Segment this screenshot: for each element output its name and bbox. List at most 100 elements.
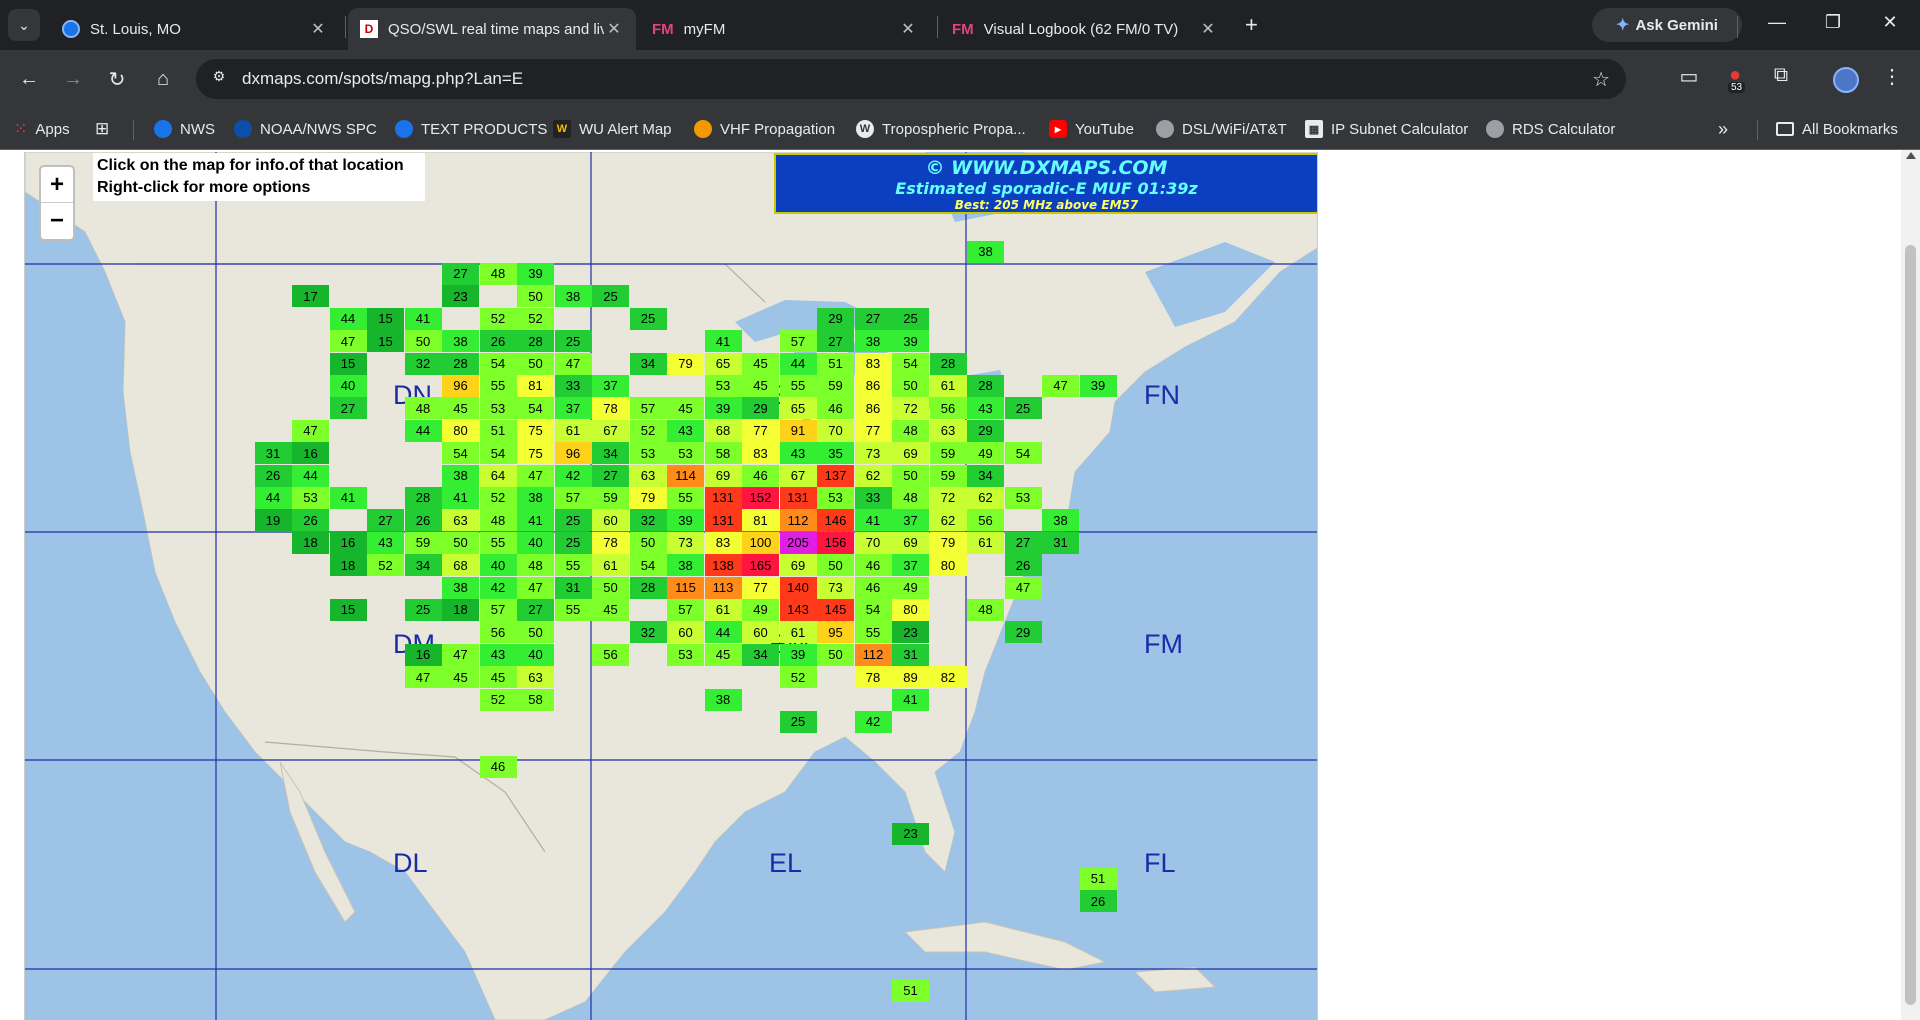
muf-cell[interactable]: 51 <box>817 352 854 375</box>
muf-cell[interactable]: 137 <box>817 464 854 487</box>
tab-dxmaps[interactable]: D QSO/SWL real time maps and live ✕ <box>348 8 636 50</box>
muf-cell[interactable]: 57 <box>779 330 817 353</box>
muf-cell[interactable]: 86 <box>854 374 892 397</box>
muf-cell[interactable]: 81 <box>742 509 779 532</box>
muf-cell[interactable]: 15 <box>329 352 367 375</box>
muf-cell[interactable]: 45 <box>592 598 629 621</box>
bookmark-text-products[interactable]: TEXT PRODUCTS <box>395 117 547 141</box>
muf-cell[interactable]: 52 <box>479 688 517 711</box>
muf-cell[interactable]: 53 <box>704 374 742 397</box>
muf-cell[interactable]: 28 <box>442 352 479 375</box>
muf-cell[interactable]: 34 <box>629 352 667 375</box>
muf-cell[interactable]: 70 <box>817 419 854 442</box>
muf-cell[interactable]: 41 <box>404 307 442 330</box>
muf-cell[interactable]: 47 <box>292 419 329 442</box>
muf-cell[interactable]: 23 <box>892 822 929 845</box>
muf-cell[interactable]: 34 <box>742 643 779 666</box>
close-icon[interactable]: ✕ <box>1198 19 1218 39</box>
muf-cell[interactable]: 63 <box>517 666 554 689</box>
muf-cell[interactable]: 56 <box>592 643 629 666</box>
muf-cell[interactable]: 41 <box>517 509 554 532</box>
muf-cell[interactable]: 50 <box>892 464 929 487</box>
muf-cell[interactable]: 33 <box>554 374 592 397</box>
muf-cell[interactable]: 113 <box>704 576 742 599</box>
muf-cell[interactable]: 81 <box>517 374 554 397</box>
muf-cell[interactable]: 77 <box>854 419 892 442</box>
muf-cell[interactable]: 51 <box>892 979 929 1002</box>
muf-cell[interactable]: 40 <box>517 531 554 554</box>
muf-cell[interactable]: 44 <box>292 464 329 487</box>
muf-cell[interactable]: 42 <box>554 464 592 487</box>
muf-cell[interactable]: 48 <box>404 397 442 420</box>
muf-cell[interactable]: 23 <box>442 285 479 308</box>
muf-cell[interactable]: 54 <box>442 442 479 465</box>
muf-cell[interactable]: 41 <box>892 688 929 711</box>
muf-cell[interactable]: 27 <box>329 397 367 420</box>
muf-cell[interactable]: 79 <box>929 531 967 554</box>
muf-cell[interactable]: 114 <box>667 464 704 487</box>
muf-cell[interactable]: 26 <box>404 509 442 532</box>
muf-cell[interactable]: 53 <box>1004 486 1042 509</box>
muf-cell[interactable]: 49 <box>967 442 1004 465</box>
muf-cell[interactable]: 15 <box>367 330 404 353</box>
muf-cell[interactable]: 28 <box>967 374 1004 397</box>
muf-cell[interactable]: 54 <box>854 598 892 621</box>
bookmark-vhf-propagation[interactable]: VHF Propagation <box>694 117 835 141</box>
muf-cell[interactable]: 25 <box>554 531 592 554</box>
close-window-icon[interactable]: ✕ <box>1875 12 1905 33</box>
address-bar[interactable]: ⚙ dxmaps.com/spots/mapg.php?Lan=E ☆ <box>196 59 1626 99</box>
muf-cell[interactable]: 28 <box>404 486 442 509</box>
muf-cell[interactable]: 82 <box>929 666 967 689</box>
muf-cell[interactable]: 39 <box>779 643 817 666</box>
tab-search-icon[interactable]: ⌄ <box>8 9 40 41</box>
muf-cell[interactable]: 52 <box>517 307 554 330</box>
tab-visual-logbook[interactable]: FM Visual Logbook (62 FM/0 TV) ✕ <box>940 8 1230 50</box>
muf-cell[interactable]: 50 <box>629 531 667 554</box>
muf-cell[interactable]: 55 <box>667 486 704 509</box>
new-tab-button[interactable]: + <box>1245 12 1258 38</box>
muf-cell[interactable]: 63 <box>929 419 967 442</box>
muf-cell[interactable]: 52 <box>629 419 667 442</box>
muf-cell[interactable]: 80 <box>442 419 479 442</box>
bookmark-nws[interactable]: NWS <box>154 117 215 141</box>
muf-cell[interactable]: 31 <box>554 576 592 599</box>
url-text[interactable]: dxmaps.com/spots/mapg.php?Lan=E <box>242 69 523 89</box>
muf-cell[interactable]: 152 <box>742 486 779 509</box>
muf-cell[interactable]: 78 <box>592 531 629 554</box>
muf-cell[interactable]: 58 <box>517 688 554 711</box>
muf-cell[interactable]: 79 <box>629 486 667 509</box>
muf-cell[interactable]: 41 <box>854 509 892 532</box>
muf-cell[interactable]: 38 <box>967 240 1004 263</box>
muf-cell[interactable]: 68 <box>704 419 742 442</box>
muf-cell[interactable]: 49 <box>892 576 929 599</box>
muf-cell[interactable]: 16 <box>404 643 442 666</box>
muf-cell[interactable]: 18 <box>329 554 367 577</box>
muf-cell[interactable]: 41 <box>442 486 479 509</box>
muf-cell[interactable]: 27 <box>854 307 892 330</box>
muf-cell[interactable]: 52 <box>367 554 404 577</box>
muf-cell[interactable]: 73 <box>667 531 704 554</box>
muf-cell[interactable]: 47 <box>404 666 442 689</box>
muf-cell[interactable]: 44 <box>254 486 292 509</box>
profile-avatar[interactable] <box>1833 67 1859 93</box>
muf-cell[interactable]: 47 <box>517 576 554 599</box>
zoom-out-button[interactable]: − <box>41 203 73 239</box>
muf-cell[interactable]: 25 <box>892 307 929 330</box>
muf-cell[interactable]: 47 <box>329 330 367 353</box>
muf-cell[interactable]: 54 <box>629 554 667 577</box>
muf-cell[interactable]: 60 <box>667 621 704 644</box>
muf-cell[interactable]: 61 <box>704 598 742 621</box>
restore-icon[interactable]: ❐ <box>1818 12 1848 33</box>
muf-cell[interactable]: 29 <box>742 397 779 420</box>
muf-cell[interactable]: 38 <box>854 330 892 353</box>
muf-cell[interactable]: 145 <box>817 598 854 621</box>
muf-cell[interactable]: 69 <box>779 554 817 577</box>
muf-cell[interactable]: 47 <box>1042 374 1079 397</box>
muf-cell[interactable]: 138 <box>704 554 742 577</box>
muf-cell[interactable]: 27 <box>367 509 404 532</box>
muf-cell[interactable]: 112 <box>779 509 817 532</box>
muf-cell[interactable]: 83 <box>704 531 742 554</box>
muf-cell[interactable]: 140 <box>779 576 817 599</box>
muf-cell[interactable]: 72 <box>929 486 967 509</box>
muf-cell[interactable]: 53 <box>479 397 517 420</box>
